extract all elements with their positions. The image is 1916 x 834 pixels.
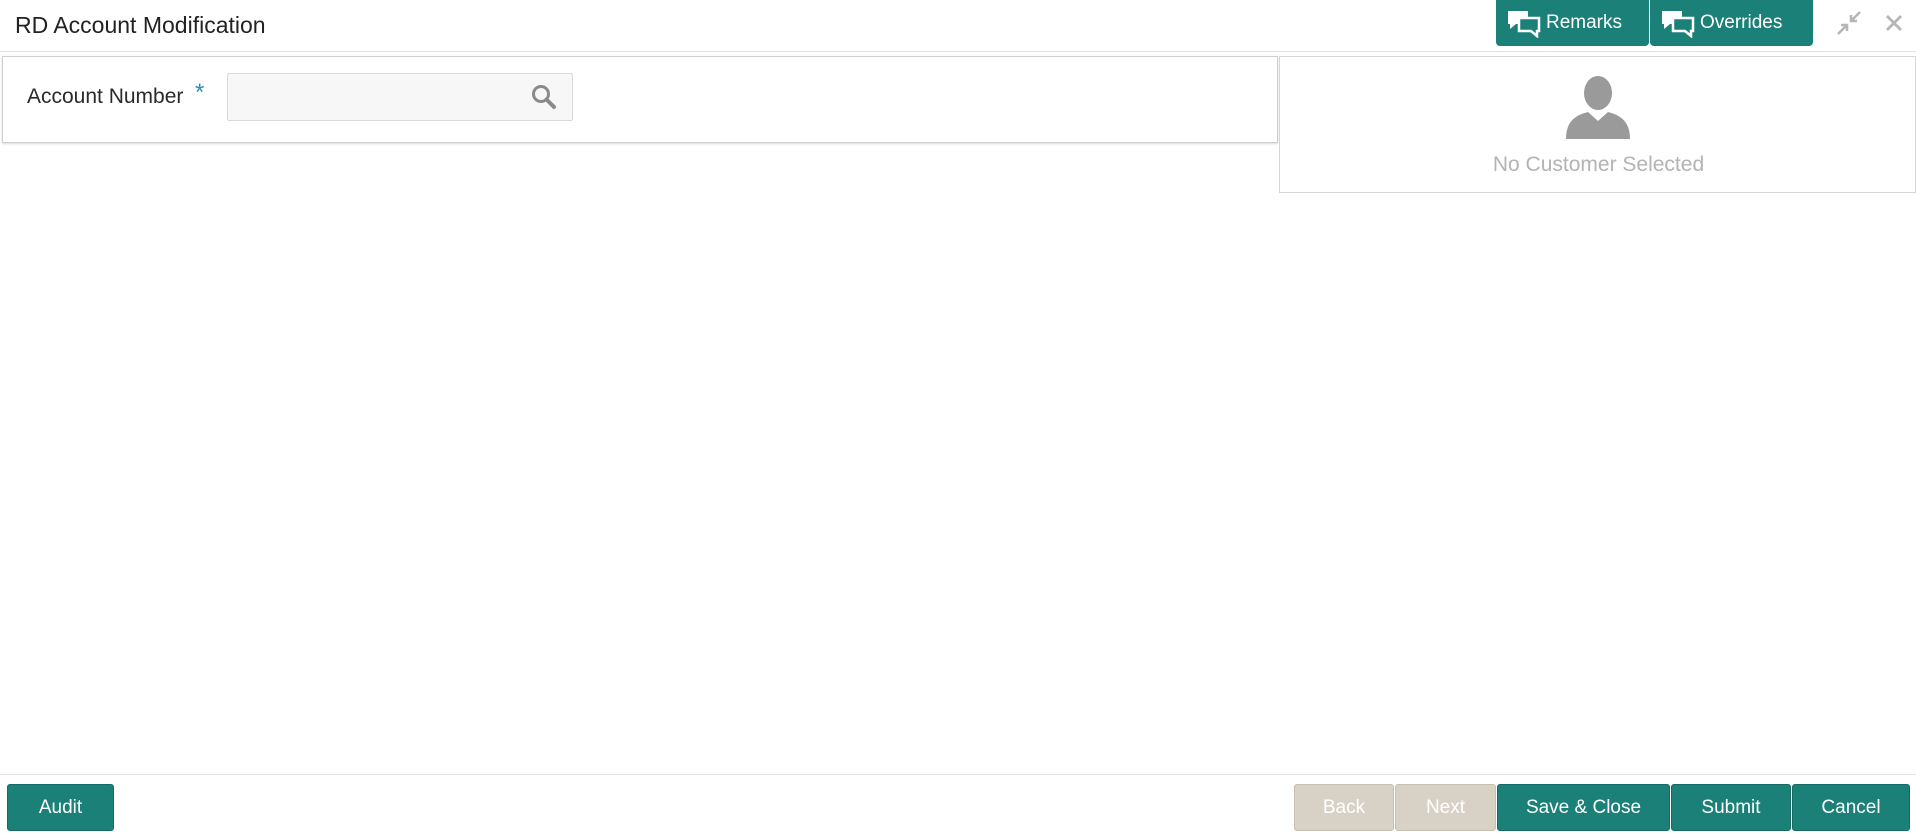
close-icon[interactable] xyxy=(1879,8,1909,38)
required-marker: * xyxy=(195,79,205,106)
person-icon xyxy=(1564,73,1632,141)
account-number-input[interactable] xyxy=(228,74,518,120)
remarks-label: Remarks xyxy=(1546,12,1623,33)
no-customer-selected-text: No Customer Selected xyxy=(1492,153,1705,176)
header-bar: RD Account Modification Remarks Override… xyxy=(0,0,1916,52)
rd-account-modification-window: RD Account Modification Remarks Override… xyxy=(0,0,1916,834)
footer-bar: Audit Back Next Save & Close Submit Canc… xyxy=(0,774,1916,834)
cancel-button[interactable]: Cancel xyxy=(1792,784,1910,831)
chat-bubbles-icon xyxy=(1660,8,1696,39)
audit-button[interactable]: Audit xyxy=(7,784,114,831)
submit-button[interactable]: Submit xyxy=(1671,784,1791,831)
overrides-label: Overrides xyxy=(1700,12,1783,33)
remarks-button[interactable]: Remarks xyxy=(1496,0,1649,46)
save-and-close-button[interactable]: Save & Close xyxy=(1497,784,1670,831)
overrides-button[interactable]: Overrides xyxy=(1650,0,1813,46)
chat-bubbles-icon xyxy=(1506,8,1542,39)
minimize-icon[interactable] xyxy=(1834,8,1864,38)
next-button[interactable]: Next xyxy=(1395,784,1496,831)
account-number-label: Account Number xyxy=(27,85,184,108)
back-button[interactable]: Back xyxy=(1294,784,1394,831)
account-number-panel: Account Number * xyxy=(2,56,1278,143)
search-icon[interactable] xyxy=(530,83,558,111)
page-title: RD Account Modification xyxy=(15,12,266,38)
customer-info-panel: No Customer Selected xyxy=(1279,56,1916,193)
account-number-field xyxy=(227,73,573,121)
